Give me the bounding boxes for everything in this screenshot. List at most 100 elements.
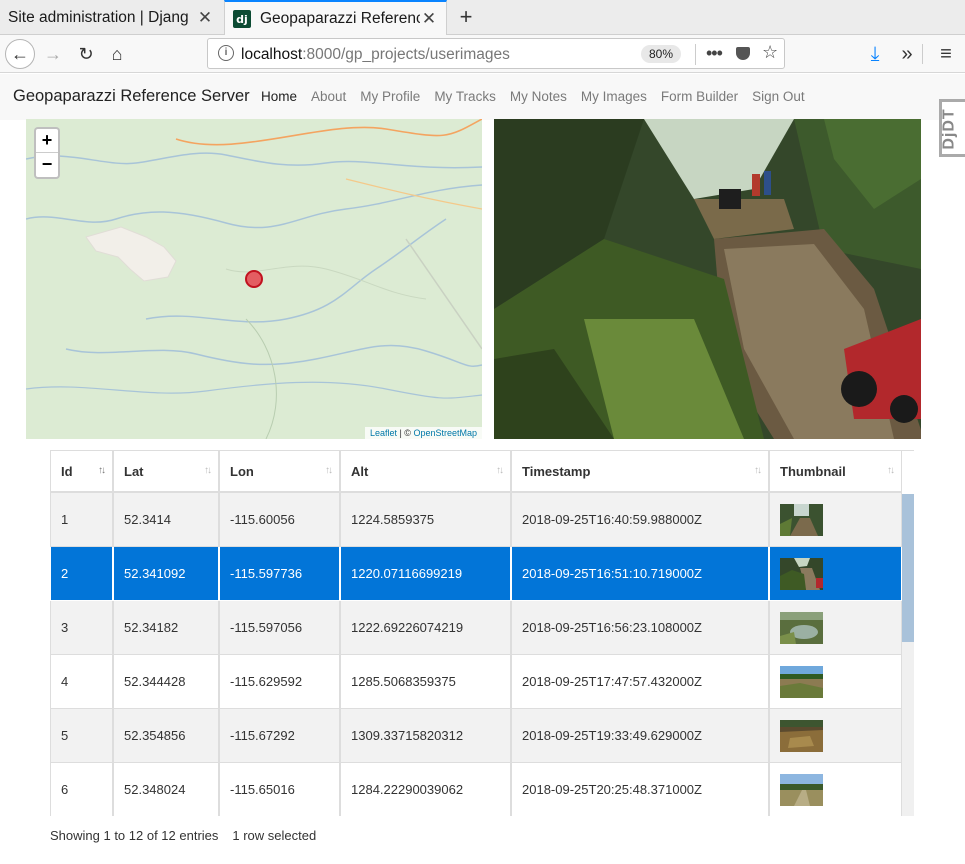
column-header-lat[interactable]: Lat ↑↓ (113, 451, 219, 493)
column-header-lon[interactable]: Lon ↑↓ (219, 451, 340, 493)
cell-lon: -115.60056 (219, 493, 340, 547)
new-tab-icon[interactable]: + (455, 4, 477, 30)
sort-ascending-icon[interactable]: ↑↓ (98, 465, 106, 476)
django-favicon-icon: dj (233, 10, 251, 28)
cell-id: 2 (50, 547, 113, 601)
bookmark-star-icon[interactable]: ☆ (762, 42, 778, 63)
column-header-thumbnail[interactable]: Thumbnail ↑↓ (769, 451, 902, 493)
table-row[interactable]: 3 52.34182 -115.597056 1222.69226074219 … (50, 601, 902, 655)
cell-timestamp: 2018-09-25T20:25:48.371000Z (511, 763, 769, 816)
cell-thumbnail (769, 763, 902, 816)
nav-my-tracks[interactable]: My Tracks (434, 89, 496, 104)
cell-alt: 1309.33715820312 (340, 709, 511, 763)
table-scrollbar[interactable] (902, 494, 914, 816)
pocket-icon[interactable] (736, 47, 750, 60)
cell-alt: 1224.5859375 (340, 493, 511, 547)
tab-title: Geopaparazzi Reference (260, 10, 420, 27)
zoom-out-button[interactable]: − (36, 153, 58, 177)
cell-timestamp: 2018-09-25T17:47:57.432000Z (511, 655, 769, 709)
cell-alt: 1284.22290039062 (340, 763, 511, 816)
cell-thumbnail (769, 547, 902, 601)
table-row[interactable]: 1 52.3414 -115.60056 1224.5859375 2018-0… (50, 493, 902, 547)
sort-icon[interactable]: ↑↓ (204, 465, 212, 476)
overflow-chevrons-icon[interactable]: » (892, 39, 922, 69)
sort-icon[interactable]: ↑↓ (325, 465, 333, 476)
sort-icon[interactable]: ↑↓ (887, 465, 895, 476)
thumbnail-image[interactable] (780, 557, 823, 590)
sort-icon[interactable]: ↑↓ (496, 465, 504, 476)
divider (922, 44, 923, 64)
cell-id: 6 (50, 763, 113, 816)
table-row[interactable]: 4 52.344428 -115.629592 1285.5068359375 … (50, 655, 902, 709)
page-actions-icon[interactable]: ••• (706, 43, 723, 64)
nav-my-profile[interactable]: My Profile (360, 89, 420, 104)
thumbnail-image[interactable] (780, 503, 823, 536)
hamburger-menu-icon[interactable]: ≡ (931, 39, 961, 69)
nav-form-builder[interactable]: Form Builder (661, 89, 738, 104)
cell-lon: -115.629592 (219, 655, 340, 709)
map-zoom-control: + − (34, 127, 60, 179)
nav-home[interactable]: Home (261, 89, 297, 104)
thumbnail-image[interactable] (780, 719, 823, 752)
thumbnail-image[interactable] (780, 665, 823, 698)
site-navbar: Geopaparazzi Reference Server Home About… (0, 74, 965, 120)
thumbnail-image[interactable] (780, 773, 823, 806)
cell-lon: -115.67292 (219, 709, 340, 763)
entries-count: Showing 1 to 12 of 12 entries (50, 828, 219, 843)
leaflet-link[interactable]: Leaflet (370, 428, 397, 438)
table-row[interactable]: 5 52.354856 -115.67292 1309.33715820312 … (50, 709, 902, 763)
url-text[interactable]: localhost:8000/gp_projects/userimages (241, 46, 510, 64)
map-attribution: Leaflet | © OpenStreetMap (364, 427, 482, 439)
selection-status: 1 row selected (232, 828, 317, 843)
cell-lat: 52.348024 (113, 763, 219, 816)
tab-geopaparazzi[interactable]: dj Geopaparazzi Reference ✕ (224, 0, 447, 36)
tab-site-administration[interactable]: Site administration | Djang ✕ (0, 0, 222, 35)
zoom-level-badge[interactable]: 80% (641, 45, 681, 63)
cell-alt: 1220.07116699219 (340, 547, 511, 601)
reload-icon[interactable]: ↻ (71, 39, 101, 69)
leaflet-map[interactable]: + − Leaflet | © OpenStreetMap (26, 119, 482, 439)
info-icon[interactable]: i (218, 45, 234, 61)
cell-thumbnail (769, 655, 902, 709)
thumbnail-image[interactable] (780, 611, 823, 644)
site-brand[interactable]: Geopaparazzi Reference Server (13, 87, 250, 106)
column-header-alt[interactable]: Alt ↑↓ (340, 451, 511, 493)
column-label: Lat (124, 463, 144, 479)
table-row[interactable]: 6 52.348024 -115.65016 1284.22290039062 … (50, 763, 902, 816)
osm-link[interactable]: OpenStreetMap (413, 428, 477, 438)
nav-about[interactable]: About (311, 89, 346, 104)
nav-links: Home About My Profile My Tracks My Notes… (261, 89, 819, 104)
sort-icon[interactable]: ↑↓ (754, 465, 762, 476)
home-icon[interactable]: ⌂ (102, 39, 132, 69)
tab-title: Site administration | Djang (8, 8, 189, 26)
column-label: Timestamp (522, 463, 591, 479)
column-header-id[interactable]: Id ↑↓ (50, 451, 113, 493)
nav-sign-out[interactable]: Sign Out (752, 89, 805, 104)
close-icon[interactable]: ✕ (420, 9, 438, 29)
cell-lon: -115.65016 (219, 763, 340, 816)
page-content: Geopaparazzi Reference Server Home About… (0, 74, 965, 864)
selected-image-preview (494, 119, 921, 439)
location-marker[interactable] (245, 270, 263, 288)
download-icon[interactable]: ⤓ (860, 39, 890, 69)
column-label: Lon (230, 463, 254, 479)
close-icon[interactable]: ✕ (196, 8, 214, 28)
django-debug-toolbar-handle[interactable]: DjDT (939, 99, 965, 157)
cell-alt: 1285.5068359375 (340, 655, 511, 709)
images-table-container[interactable]: Id ↑↓ Lat ↑↓ Lon ↑↓ Alt ↑↓ Timestamp ↑↓ Thumb… (50, 450, 914, 816)
cell-thumbnail (769, 709, 902, 763)
column-header-timestamp[interactable]: Timestamp ↑↓ (511, 451, 769, 493)
table-row-selected[interactable]: 2 52.341092 -115.597736 1220.07116699219… (50, 547, 902, 601)
forward-arrow-icon[interactable]: → (38, 39, 68, 69)
back-arrow-icon[interactable]: ← (5, 39, 35, 69)
nav-my-images[interactable]: My Images (581, 89, 647, 104)
column-label: Thumbnail (780, 463, 846, 479)
nav-my-notes[interactable]: My Notes (510, 89, 567, 104)
address-bar[interactable]: i localhost:8000/gp_projects/userimages … (207, 38, 785, 69)
cell-timestamp: 2018-09-25T16:51:10.719000Z (511, 547, 769, 601)
zoom-in-button[interactable]: + (36, 129, 58, 153)
images-table: Id ↑↓ Lat ↑↓ Lon ↑↓ Alt ↑↓ Timestamp ↑↓ Thumb… (50, 451, 902, 816)
scrollbar-thumb[interactable] (902, 494, 914, 642)
cell-id: 5 (50, 709, 113, 763)
cell-lat: 52.34182 (113, 601, 219, 655)
